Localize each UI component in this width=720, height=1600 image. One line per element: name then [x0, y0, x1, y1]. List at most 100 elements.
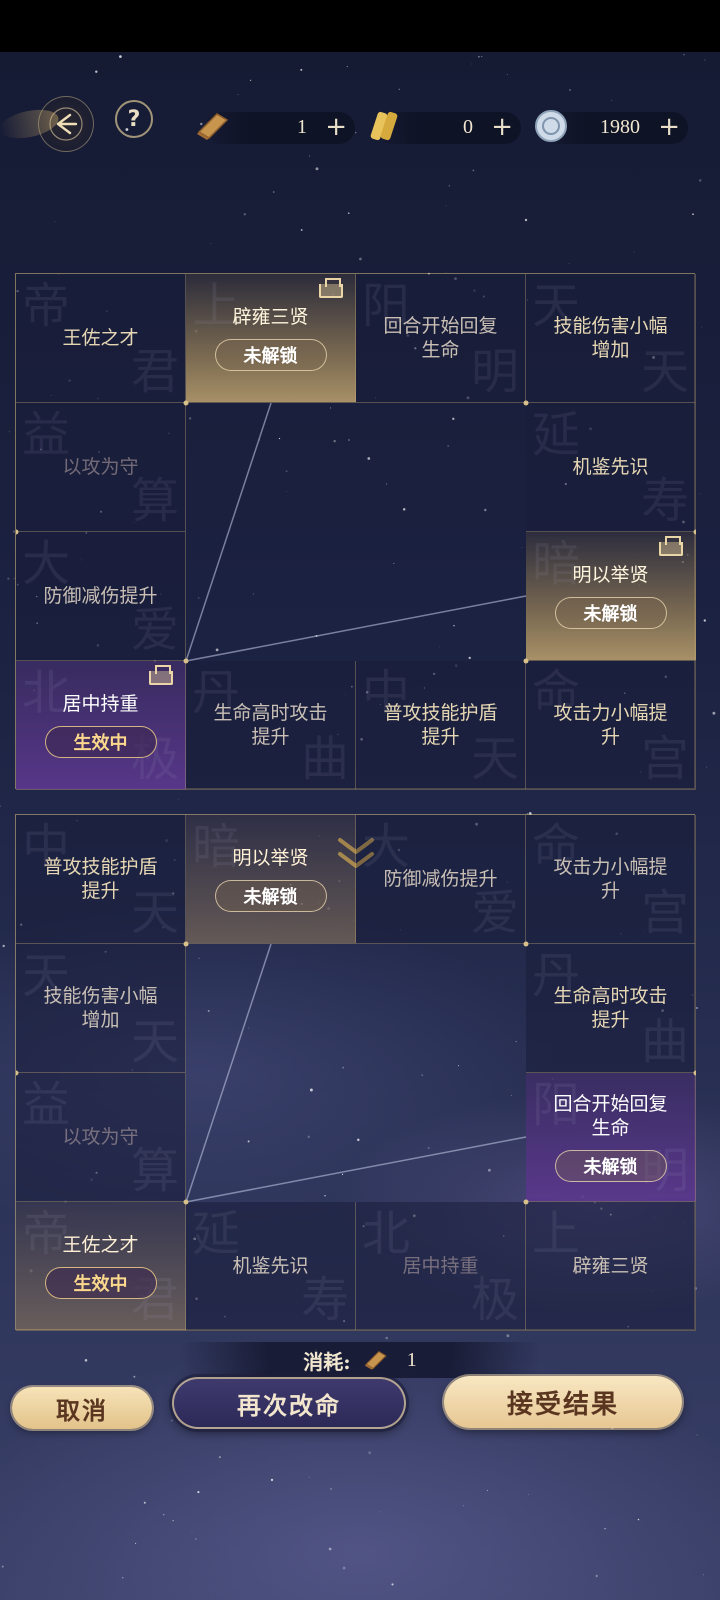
- silver-coin-icon: [535, 110, 567, 142]
- fate-cell[interactable]: 北极居中持重 生效中: [16, 661, 186, 790]
- watermark-glyph: 益: [22, 1077, 71, 1133]
- fate-cell-label: 普攻技能护盾提升: [43, 856, 158, 902]
- fate-cell[interactable]: 丹曲生命高时攻击提升: [526, 944, 696, 1073]
- connection-line: [185, 402, 272, 662]
- fate-cell[interactable]: 天天技能伤害小幅增加: [16, 944, 186, 1073]
- fate-status-badge: 生效中: [44, 1267, 157, 1299]
- fate-cell[interactable]: 命宫攻击力小幅提升: [526, 661, 696, 790]
- fate-cell-label: 回合开始回复生命: [553, 1093, 668, 1139]
- cost-value: 1: [406, 1348, 417, 1371]
- fate-cell-label: 明以举贤: [572, 564, 649, 586]
- watermark-glyph: 君: [130, 344, 179, 400]
- resource-gold-token-value: 0: [463, 116, 473, 138]
- connection-line: [185, 1136, 527, 1203]
- fate-cell[interactable]: 上辟雍三贤: [526, 1202, 696, 1331]
- fate-cell[interactable]: 帝君王佐之才 生效中: [16, 1202, 186, 1331]
- fate-cell-label: 王佐之才: [62, 1234, 139, 1256]
- lock-icon: [149, 665, 173, 685]
- lock-icon: [659, 536, 683, 556]
- watermark-glyph: 极: [470, 1272, 519, 1328]
- fate-cell[interactable]: 中天普攻技能护盾提升: [16, 815, 186, 944]
- add-silver-coin-button[interactable]: +: [658, 112, 680, 142]
- fate-cell-label: 攻击力小幅提升: [553, 856, 668, 902]
- fate-cell-label: 辟雍三贤: [572, 1255, 649, 1277]
- fate-cell-label: 防御减伤提升: [383, 868, 498, 890]
- connection-line: [185, 595, 527, 662]
- gold-token-icon: [370, 111, 398, 141]
- fate-status-badge: 生效中: [44, 726, 157, 758]
- back-arrow-icon: [49, 107, 83, 141]
- fate-cell-label: 以攻为守: [62, 1126, 139, 1148]
- fate-cell[interactable]: 中天普攻技能护盾提升: [356, 661, 526, 790]
- status-bar: [0, 0, 720, 52]
- connection-line: [185, 943, 272, 1203]
- watermark-glyph: 延: [532, 407, 581, 463]
- fate-cell[interactable]: 北极居中持重: [356, 1202, 526, 1331]
- game-screen: ? 1 + 0 + 1980 + 帝君王佐之才上辟雍三贤 未解锁阳明回合开始回复生…: [0, 52, 720, 1600]
- resource-gold-token: 0 +: [370, 111, 521, 144]
- back-button[interactable]: [38, 96, 94, 152]
- fate-cell[interactable]: 阳明回合开始回复生命: [356, 274, 526, 403]
- fate-cell-label: 辟雍三贤: [232, 306, 309, 328]
- watermark-glyph: 上: [532, 1206, 581, 1262]
- fate-cell[interactable]: 益算以攻为守: [16, 1073, 186, 1202]
- fate-status-badge: 未解锁: [214, 880, 327, 912]
- fate-cell-label: 机鉴先识: [572, 456, 649, 478]
- accept-result-button[interactable]: 接受结果: [444, 1376, 682, 1428]
- cost-label: 消耗:: [303, 1349, 351, 1374]
- watermark-glyph: 帝: [22, 278, 71, 334]
- fate-cell-label: 回合开始回复生命: [383, 315, 498, 361]
- watermark-glyph: 算: [130, 1143, 179, 1199]
- lock-icon: [319, 278, 343, 298]
- fate-status-badge: 未解锁: [554, 597, 667, 629]
- watermark-glyph: 延: [192, 1206, 241, 1262]
- fate-cell[interactable]: 帝君王佐之才: [16, 274, 186, 403]
- fate-cell[interactable]: 命宫攻击力小幅提升: [526, 815, 696, 944]
- fate-cell-label: 居中持重: [62, 693, 139, 715]
- watermark-glyph: 寿: [640, 473, 689, 529]
- reroll-button[interactable]: 再次改命: [172, 1377, 406, 1429]
- fate-cell[interactable]: 延寿机鉴先识: [186, 1202, 356, 1331]
- resource-scroll-value: 1: [297, 116, 307, 138]
- watermark-glyph: 爱: [130, 602, 179, 658]
- fate-cell[interactable]: 延寿机鉴先识: [526, 403, 696, 532]
- fate-cell[interactable]: 益算以攻为守: [16, 403, 186, 532]
- reroll-cost: 消耗: 1: [180, 1342, 540, 1378]
- fate-cell[interactable]: 暗明以举贤 未解锁: [526, 532, 696, 661]
- watermark-glyph: 益: [22, 407, 71, 463]
- fate-status-badge: 未解锁: [554, 1150, 667, 1182]
- fate-cell-label: 技能伤害小幅增加: [553, 315, 668, 361]
- fate-cell-label: 机鉴先识: [232, 1255, 309, 1277]
- watermark-glyph: 北: [362, 1206, 411, 1262]
- watermark-glyph: 大: [22, 536, 71, 592]
- fate-cell-label: 防御减伤提升: [43, 585, 158, 607]
- fate-cell-label: 以攻为守: [62, 456, 139, 478]
- new-fate-grid: 中天普攻技能护盾提升暗明以举贤 未解锁大爱防御减伤提升命宫攻击力小幅提升天天技能伤…: [15, 814, 696, 1331]
- resource-silver-coin: 1980 +: [535, 110, 688, 144]
- resource-scroll: 1 +: [197, 112, 355, 144]
- cancel-button[interactable]: 取消: [12, 1387, 152, 1429]
- fate-cell[interactable]: 大爱防御减伤提升: [16, 532, 186, 661]
- fate-cell[interactable]: 天天技能伤害小幅增加: [526, 274, 696, 403]
- fate-cell-label: 居中持重: [402, 1255, 479, 1277]
- fate-cell-label: 技能伤害小幅增加: [43, 985, 158, 1031]
- current-fate-grid: 帝君王佐之才上辟雍三贤 未解锁阳明回合开始回复生命天天技能伤害小幅增加益算以攻为守…: [15, 273, 696, 790]
- fate-cell-label: 攻击力小幅提升: [553, 702, 668, 748]
- fate-cell[interactable]: 阳明回合开始回复生命 未解锁: [526, 1073, 696, 1202]
- scroll-icon: [364, 1350, 387, 1370]
- fate-cell[interactable]: 丹曲生命高时攻击提升: [186, 661, 356, 790]
- fate-cell[interactable]: 大爱防御减伤提升: [356, 815, 526, 944]
- watermark-glyph: 大: [362, 819, 411, 875]
- add-scroll-button[interactable]: +: [325, 112, 347, 142]
- watermark-glyph: 爱: [470, 885, 519, 941]
- fate-status-badge: 未解锁: [214, 339, 327, 371]
- add-gold-token-button[interactable]: +: [491, 112, 513, 142]
- fate-cell-label: 生命高时攻击提升: [213, 702, 328, 748]
- help-button[interactable]: ?: [115, 100, 153, 138]
- fate-cell-label: 王佐之才: [62, 327, 139, 349]
- resource-silver-coin-value: 1980: [600, 116, 640, 138]
- fate-cell-label: 明以举贤: [232, 847, 309, 869]
- fate-cell[interactable]: 暗明以举贤 未解锁: [186, 815, 356, 944]
- scroll-icon: [197, 113, 229, 140]
- fate-cell[interactable]: 上辟雍三贤 未解锁: [186, 274, 356, 403]
